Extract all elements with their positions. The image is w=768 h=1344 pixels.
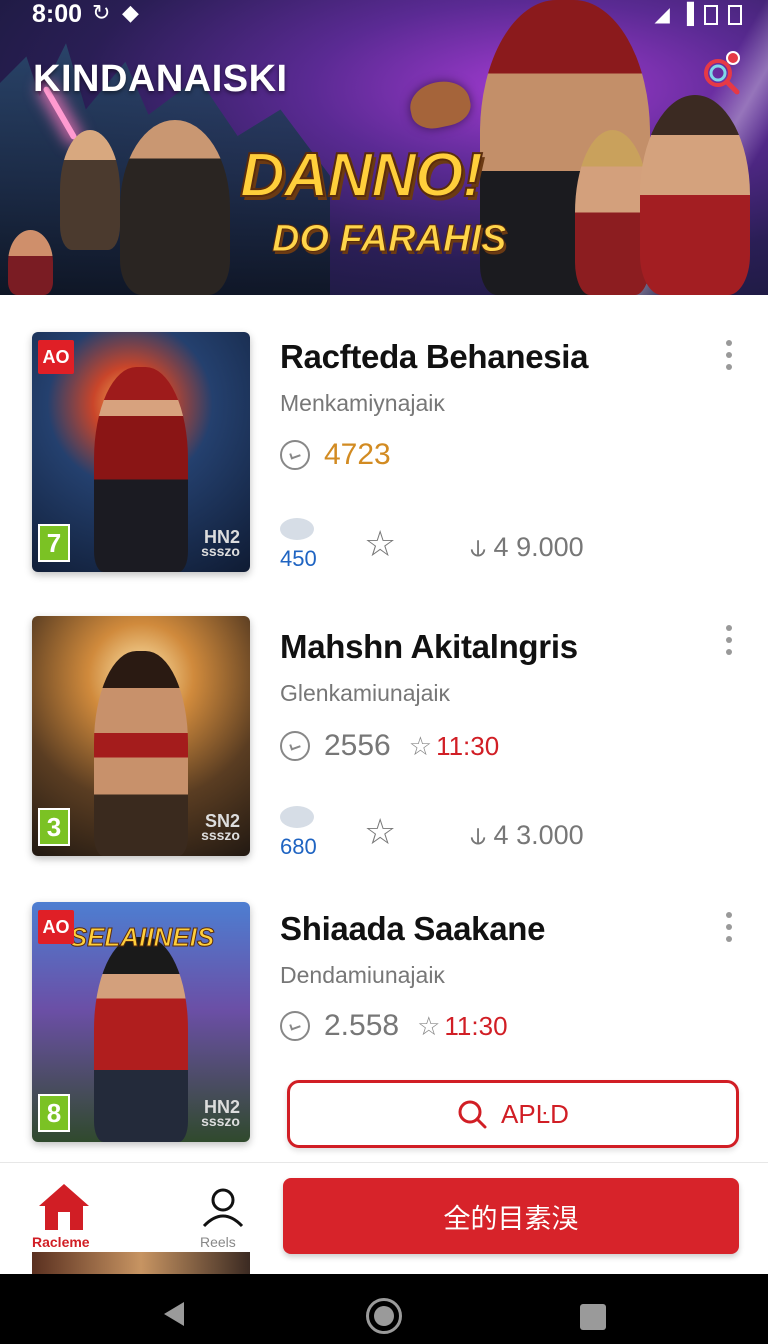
item-subtitle: Menkamiynajaiĸ [280,390,445,416]
item-subtitle: Dendamiunajaiĸ [280,962,445,988]
score-row: 2.558 ☆ 11:30 [280,1006,508,1046]
comment-icon [280,440,310,470]
nav-profile-label: Reels [200,1234,236,1250]
status-bar: 8:00 ↻ ◆ ◢ ▐ [0,0,768,30]
age-rating-badge: AO [38,340,74,374]
item-title[interactable]: Racfteda Behanesia [280,338,589,376]
score-value: 4723 [324,438,391,471]
thumbnail-character [94,651,188,856]
nav-home[interactable]: Racleme [32,1182,94,1252]
thumbnail-character [94,937,188,1142]
sync-icon: ↻ [92,0,111,25]
item-title[interactable]: Mahshn Akitalngris [280,628,578,666]
search-icon [457,1099,487,1129]
more-options-button[interactable] [720,625,738,655]
status-icons: ◢ ▐ [654,2,742,27]
home-circle-icon[interactable] [366,1298,402,1334]
home-icon [39,1184,89,1230]
search-button[interactable] [700,51,742,97]
hero-character [120,120,230,295]
thumbnail-code: HN2 ssszo [201,1097,240,1129]
comment-count: 680 [280,834,317,859]
back-icon[interactable] [164,1302,184,1326]
rank-badge: 7 [38,524,70,562]
hero-character [60,130,120,250]
notification-dot [726,51,740,65]
nav-home-label: Racleme [32,1234,90,1250]
thumbnail-character [94,367,188,572]
favorite-star-icon[interactable]: ☆ [364,524,396,564]
hero-character [575,130,650,295]
app-title: KINDANAISKI [33,58,288,100]
rank-badge: 8 [38,1094,70,1132]
download-count: ⫝ 4 9.000 [470,532,584,562]
item-title[interactable]: Shiaada Saakane [280,910,545,948]
hero-character [640,95,750,295]
hero-logo-title: DANNO! [239,140,484,211]
wifi-icon: ◆ [122,0,139,25]
list-item[interactable]: AO 7 HN2 ssszo Racfteda Behanesia Menkami… [0,300,768,590]
game-thumbnail[interactable]: AO 7 HN2 ssszo [32,332,250,572]
game-thumbnail[interactable]: 3 SN2 ssszo [32,616,250,856]
sim-icon [704,4,718,25]
chat-bubble-icon [280,518,314,540]
download-count: ⫝ 4 3.000 [470,820,584,850]
primary-action-button[interactable]: 全的目素湨 [283,1178,739,1254]
stats-row: 450 ☆ ⫝ 4 9.000 [280,518,610,571]
item-subtitle: Glenkamiunajaiĸ [280,680,451,706]
more-options-button[interactable] [720,912,738,942]
star-icon: ☆ [408,730,433,761]
comment-icon [280,731,310,761]
score-row: 4723 [280,435,391,475]
nav-profile[interactable]: Reels [196,1186,250,1256]
more-options-button[interactable] [720,340,738,370]
chat-bubble-icon [280,806,314,828]
status-time: 8:00 [32,0,83,28]
hero-logo-subtitle: DO FARAHIS [271,218,507,261]
thumbnail-code: HN2 ssszo [201,527,240,559]
age-rating-badge: AO [38,910,74,944]
cell-signal-icon: ▐ [679,3,694,25]
hero-character [8,230,53,295]
profile-icon [202,1188,244,1228]
battery-icon [728,4,742,25]
comment-icon [280,1011,310,1041]
game-thumbnail[interactable]: SELAIINEIS AO 8 HN2 ssszo [32,902,250,1142]
score-value: 2.558 [324,1009,400,1042]
comment-count: 450 [280,546,317,571]
stats-row: 680 ☆ ⫝ 4 3.000 [280,806,610,859]
hero-lamp-artifact [405,76,475,133]
rank-badge: 3 [38,808,70,846]
list-item[interactable]: 3 SN2 ssszo Mahshn Akitalngris Glenkamiun… [0,590,768,880]
score-row: 2556 ☆ 11:30 [280,726,499,766]
time-value: 11:30 [444,1010,508,1041]
app-button-label: APĿD [501,1098,569,1129]
wifi-signal-icon: ◢ [654,4,670,26]
score-value: 2556 [324,729,391,762]
star-icon: ☆ [417,1010,441,1041]
time-value: 11:30 [436,730,500,761]
thumbnail-code: SN2 ssszo [201,811,240,843]
favorite-star-icon[interactable]: ☆ [364,812,396,852]
recent-apps-icon[interactable] [580,1304,606,1330]
app-button[interactable]: APĿD [287,1080,739,1148]
